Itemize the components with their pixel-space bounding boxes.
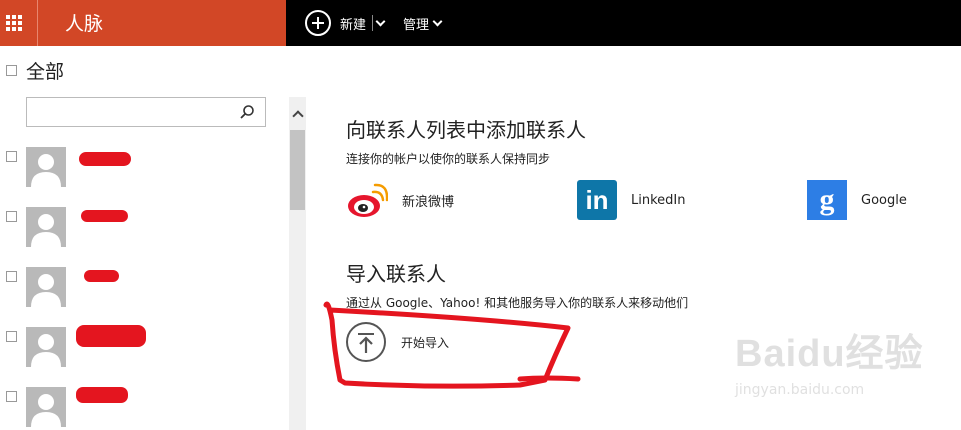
contact-checkbox[interactable] <box>6 151 17 162</box>
search-input[interactable] <box>27 98 237 126</box>
app-header: 人脉 <box>0 0 286 46</box>
app-title: 人脉 <box>65 13 104 35</box>
contact-item[interactable] <box>6 325 276 367</box>
select-all-row[interactable]: 全部 <box>6 57 64 84</box>
linkedin-icon: in <box>577 180 617 220</box>
upload-icon <box>346 322 386 362</box>
avatar <box>26 147 66 187</box>
person-icon <box>31 214 61 247</box>
search-icon[interactable] <box>239 104 255 120</box>
person-icon <box>31 154 61 187</box>
redaction-mark <box>84 270 119 282</box>
avatar <box>26 327 66 367</box>
service-linkedin[interactable]: in LinkedIn <box>577 180 685 220</box>
import-contacts-heading: 导入联系人 <box>346 262 446 286</box>
service-google[interactable]: g Google <box>807 180 907 220</box>
service-weibo[interactable]: 新浪微博 <box>346 180 454 220</box>
scrollbar-thumb[interactable] <box>290 130 305 210</box>
watermark-url: jingyan.baidu.com <box>735 382 865 398</box>
top-bar: 人脉 新建 管理 <box>0 0 961 46</box>
baidu-watermark: Baidu经验 jingyan.baidu.com <box>735 322 924 398</box>
contact-checkbox[interactable] <box>6 271 17 282</box>
avatar <box>26 267 66 307</box>
add-contacts-heading: 向联系人列表中添加联系人 <box>346 118 586 142</box>
service-label: Google <box>861 192 907 208</box>
start-import-label: 开始导入 <box>401 335 450 350</box>
contact-checkbox[interactable] <box>6 391 17 402</box>
service-label: LinkedIn <box>631 192 686 208</box>
person-icon <box>31 274 61 307</box>
avatar <box>26 207 66 247</box>
all-contacts-label: 全部 <box>26 61 65 83</box>
add-circle-icon <box>305 10 331 36</box>
service-label: 新浪微博 <box>402 194 455 210</box>
import-contacts-subtitle: 通过从 Google、Yahoo! 和其他服务导入你的联系人来移动他们 <box>346 296 689 310</box>
start-import-button[interactable]: 开始导入 <box>346 322 449 362</box>
chevron-down-icon[interactable] <box>375 16 386 26</box>
search-box[interactable] <box>26 97 266 127</box>
new-button[interactable]: 新建 <box>305 0 386 46</box>
app-launcher-icon[interactable] <box>0 0 38 46</box>
redaction-mark <box>81 210 128 222</box>
scroll-up-icon[interactable] <box>289 97 306 125</box>
contact-item[interactable] <box>6 387 276 427</box>
person-icon <box>31 394 61 427</box>
avatar <box>26 387 66 427</box>
redaction-mark <box>76 387 128 403</box>
redaction-mark <box>76 325 146 347</box>
manage-label: 管理 <box>403 17 430 33</box>
watermark-logo: Baidu经验 <box>735 333 924 375</box>
new-label: 新建 <box>340 17 367 33</box>
add-contacts-subtitle: 连接你的帐户以使你的联系人保持同步 <box>346 152 551 166</box>
divider <box>372 15 374 31</box>
contact-checkbox[interactable] <box>6 331 17 342</box>
contact-item[interactable] <box>6 207 276 247</box>
chevron-down-icon <box>432 16 443 26</box>
weibo-icon <box>348 183 388 217</box>
contact-checkbox[interactable] <box>6 211 17 222</box>
redaction-mark <box>79 152 131 166</box>
google-icon: g <box>807 180 847 220</box>
contact-list-scrollbar[interactable] <box>289 97 306 430</box>
contact-item[interactable] <box>6 267 276 307</box>
manage-button[interactable]: 管理 <box>403 0 443 46</box>
contact-item[interactable] <box>6 147 276 187</box>
select-all-checkbox[interactable] <box>6 65 17 76</box>
person-icon <box>31 334 61 367</box>
